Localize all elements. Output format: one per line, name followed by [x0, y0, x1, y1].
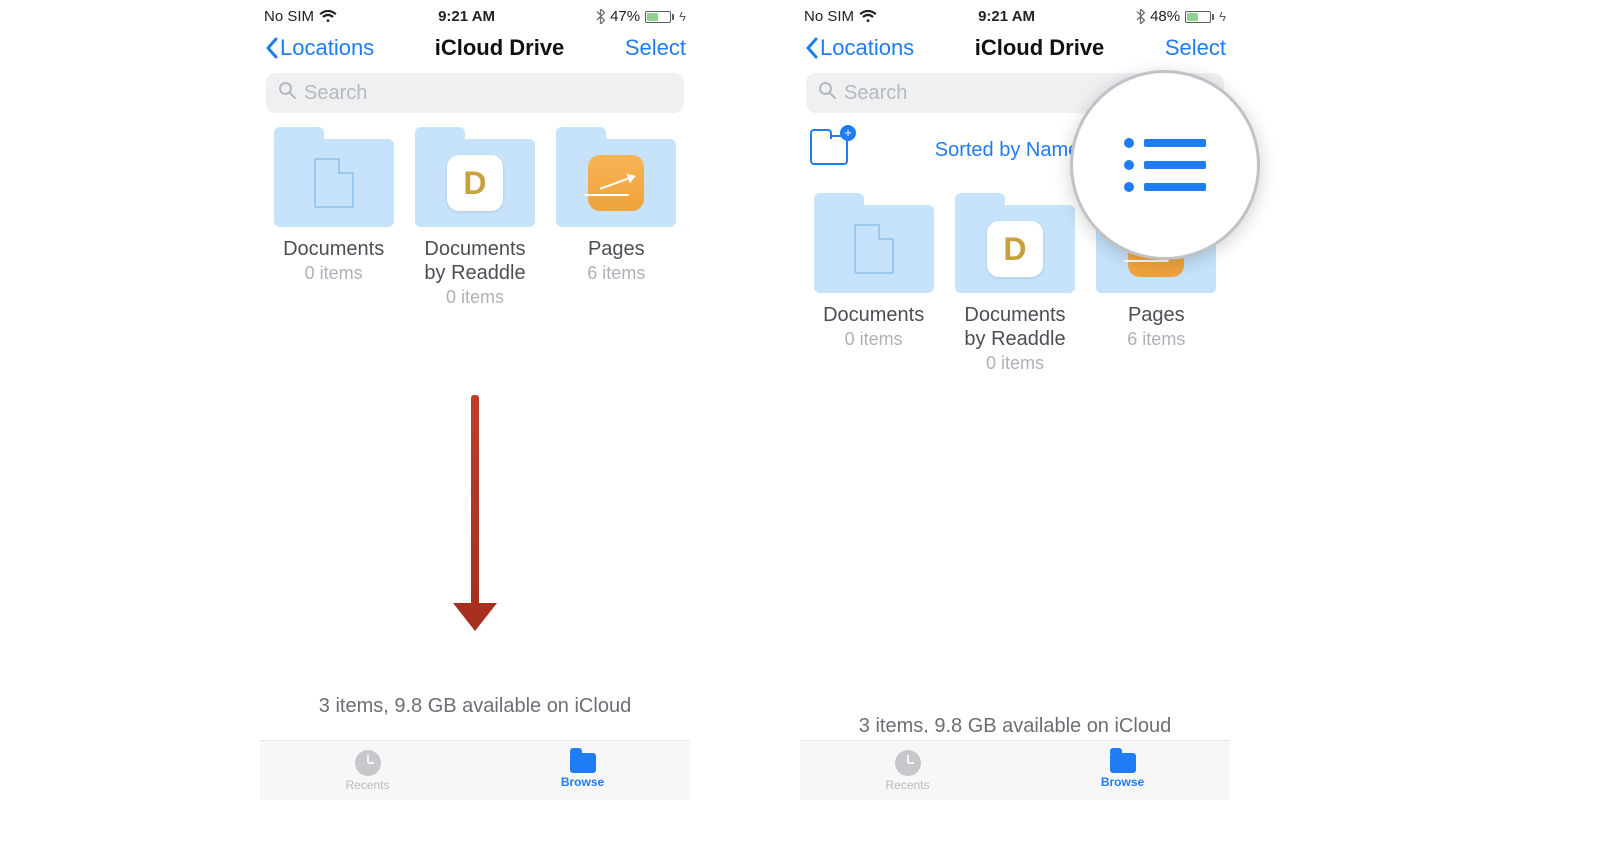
storage-summary: 3 items, 9.8 GB available on iCloud — [260, 695, 690, 718]
chevron-left-icon — [264, 36, 280, 60]
folder-sublabel: 0 items — [305, 263, 363, 284]
carrier-label: No SIM — [804, 8, 854, 25]
folder-sublabel: 0 items — [986, 353, 1044, 374]
folder-icon: D — [955, 205, 1075, 293]
folder-sublabel: 6 items — [587, 263, 645, 284]
carrier-label: No SIM — [264, 8, 314, 25]
back-label: Locations — [820, 35, 914, 61]
search-icon — [278, 81, 296, 105]
list-view-icon[interactable] — [1124, 138, 1206, 192]
tab-recents[interactable]: Recents — [800, 741, 1015, 800]
wifi-icon — [859, 10, 877, 24]
back-label: Locations — [280, 35, 374, 61]
folder-sublabel: 0 items — [446, 287, 504, 308]
folder-grid: Documents 0 items D Documents by Readdle… — [260, 123, 690, 308]
select-button[interactable]: Select — [1165, 35, 1226, 61]
bluetooth-icon — [596, 9, 605, 24]
folder-icon — [1110, 753, 1136, 773]
folder-icon — [570, 753, 596, 773]
battery-percent: 47% — [610, 8, 640, 25]
folder-icon — [814, 205, 934, 293]
phone-screenshot-left: No SIM 9:21 AM 47% ϟ — [260, 0, 690, 800]
tab-recents[interactable]: Recents — [260, 741, 475, 800]
annotation-circle-highlight — [1070, 70, 1260, 260]
folder-label: Documents by Readdle — [951, 303, 1078, 351]
chevron-left-icon — [804, 36, 820, 60]
folder-label: Documents by Readdle — [411, 237, 538, 285]
battery-percent: 48% — [1150, 8, 1180, 25]
folder-sublabel: 6 items — [1127, 329, 1185, 350]
search-input[interactable]: Search — [266, 73, 684, 113]
battery-icon — [645, 11, 674, 23]
folder-sublabel: 0 items — [845, 329, 903, 350]
folder-label: Documents — [823, 303, 924, 327]
status-bar: No SIM 9:21 AM 48% ϟ — [800, 0, 1230, 29]
tab-label: Recents — [345, 778, 389, 792]
tab-label: Browse — [561, 775, 604, 789]
folder-label: Pages — [1128, 303, 1185, 327]
sort-label: Sorted by Name — [935, 139, 1080, 162]
folder-documents[interactable]: Documents 0 items — [810, 205, 937, 374]
clock-icon — [895, 750, 921, 776]
storage-summary: 3 items, 9.8 GB available on iCloud — [800, 715, 1230, 733]
folder-label: Documents — [283, 237, 384, 261]
search-icon — [818, 81, 836, 105]
annotation-arrow-down-icon — [453, 395, 497, 631]
folder-label: Pages — [588, 237, 645, 261]
folder-icon: D — [415, 139, 535, 227]
back-button[interactable]: Locations — [804, 35, 914, 61]
tab-bar: Recents Browse — [260, 740, 690, 800]
folder-icon — [274, 139, 394, 227]
charging-icon: ϟ — [1219, 9, 1226, 24]
nav-bar: Locations iCloud Drive Select — [800, 29, 1230, 69]
folder-documents-by-readdle[interactable]: D Documents by Readdle 0 items — [951, 205, 1078, 374]
new-folder-icon — [810, 135, 848, 165]
folder-icon — [556, 139, 676, 227]
clock-time: 9:21 AM — [438, 8, 495, 25]
folder-documents-by-readdle[interactable]: D Documents by Readdle 0 items — [411, 139, 538, 308]
clock-time: 9:21 AM — [978, 8, 1035, 25]
page-title: iCloud Drive — [435, 35, 565, 61]
back-button[interactable]: Locations — [264, 35, 374, 61]
folder-documents[interactable]: Documents 0 items — [270, 139, 397, 308]
page-title: iCloud Drive — [975, 35, 1105, 61]
bluetooth-icon — [1136, 9, 1145, 24]
wifi-icon — [319, 10, 337, 24]
tab-browse[interactable]: Browse — [475, 741, 690, 800]
phone-screenshot-right: No SIM 9:21 AM 48% ϟ — [800, 0, 1230, 800]
plus-badge-icon: + — [840, 125, 856, 141]
search-placeholder: Search — [844, 82, 907, 105]
new-folder-button[interactable]: + — [810, 135, 848, 165]
tab-bar: Recents Browse — [800, 740, 1230, 800]
tab-label: Browse — [1101, 775, 1144, 789]
select-button[interactable]: Select — [625, 35, 686, 61]
nav-bar: Locations iCloud Drive Select — [260, 29, 690, 69]
charging-icon: ϟ — [679, 9, 686, 24]
tab-label: Recents — [885, 778, 929, 792]
battery-icon — [1185, 11, 1214, 23]
status-bar: No SIM 9:21 AM 47% ϟ — [260, 0, 690, 29]
tab-browse[interactable]: Browse — [1015, 741, 1230, 800]
clock-icon — [355, 750, 381, 776]
folder-pages[interactable]: Pages 6 items — [553, 139, 680, 308]
search-placeholder: Search — [304, 82, 367, 105]
